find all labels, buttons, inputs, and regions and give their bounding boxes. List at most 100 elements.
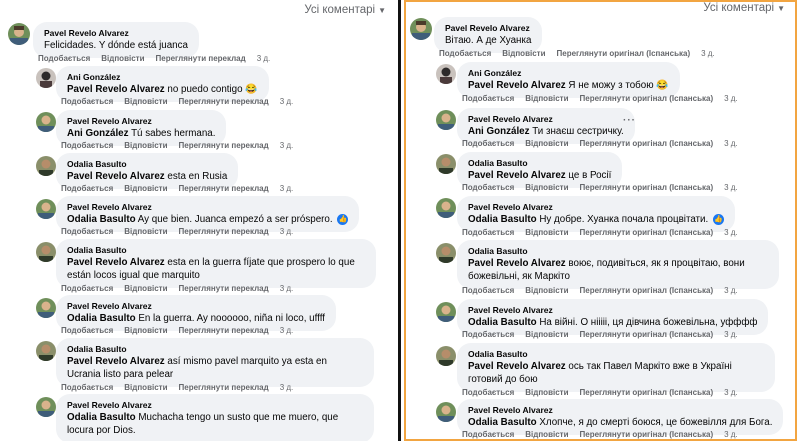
see-original-button[interactable]: Переглянути оригінал (Іспанська) (557, 49, 691, 58)
thumbs-up-icon[interactable]: 👍 (337, 213, 349, 225)
avatar[interactable] (36, 68, 56, 88)
avatar[interactable] (436, 302, 456, 322)
thumbs-up-icon[interactable]: 👍 (712, 213, 724, 225)
reply-button[interactable]: Відповісти (525, 139, 568, 148)
comment-author[interactable]: Pavel Revelo Alvarez (44, 27, 188, 39)
comment-author[interactable]: Pavel Revelo Alvarez (468, 404, 772, 416)
avatar[interactable] (436, 198, 456, 218)
reply-button[interactable]: Відповісти (525, 286, 568, 295)
reply-button[interactable]: Відповісти (525, 388, 568, 397)
see-translation-button[interactable]: Переглянути переклад (179, 184, 269, 193)
comment-timestamp[interactable]: 3 д. (280, 184, 294, 193)
avatar[interactable] (36, 156, 56, 176)
all-comments-filter[interactable]: Усі коментарі ▼ (304, 4, 386, 16)
comment-author[interactable]: Odalia Basulto (67, 158, 227, 170)
see-original-button[interactable]: Переглянути оригінал (Іспанська) (580, 388, 714, 397)
like-button[interactable]: Подобається (462, 228, 514, 237)
like-button[interactable]: Подобається (462, 139, 514, 148)
mention-link[interactable]: Ani González (468, 126, 530, 137)
comment-author[interactable]: Ani González (468, 67, 669, 79)
comment-timestamp[interactable]: 3 д. (701, 49, 715, 58)
mention-link[interactable]: Odalia Basulto (468, 417, 537, 428)
see-translation-button[interactable]: Переглянути переклад (179, 383, 269, 392)
reply-button[interactable]: Відповісти (124, 284, 167, 293)
comment-timestamp[interactable]: 3 д. (724, 430, 738, 439)
comment-author[interactable]: Odalia Basulto (67, 343, 363, 355)
comment-timestamp[interactable]: 3 д. (280, 97, 294, 106)
reply-button[interactable]: Відповісти (124, 184, 167, 193)
avatar[interactable] (410, 18, 432, 40)
mention-link[interactable]: Pavel Revelo Alvarez (468, 80, 566, 91)
comment-author[interactable]: Pavel Revelo Alvarez (468, 304, 757, 316)
comment-author[interactable]: Pavel Revelo Alvarez (67, 201, 348, 213)
see-original-button[interactable]: Переглянути оригінал (Іспанська) (580, 94, 714, 103)
comment-timestamp[interactable]: 3 д. (724, 183, 738, 192)
comment-timestamp[interactable]: 3 д. (280, 326, 294, 335)
avatar[interactable] (436, 402, 456, 422)
comment-timestamp[interactable]: 3 д. (280, 284, 294, 293)
avatar[interactable] (436, 154, 456, 174)
mention-link[interactable]: Pavel Revelo Alvarez (67, 257, 165, 268)
all-comments-filter[interactable]: Усі коментарі ▼ (703, 2, 785, 14)
mention-link[interactable]: Odalia Basulto (468, 214, 537, 225)
avatar[interactable] (436, 110, 456, 130)
like-button[interactable]: Подобається (61, 184, 113, 193)
comment-author[interactable]: Pavel Revelo Alvarez (468, 201, 724, 213)
comment-timestamp[interactable]: 3 д. (724, 228, 738, 237)
see-original-button[interactable]: Переглянути оригінал (Іспанська) (580, 228, 714, 237)
comment-author[interactable]: Ani González (67, 71, 258, 83)
avatar[interactable] (436, 64, 456, 84)
like-button[interactable]: Подобається (61, 97, 113, 106)
avatar[interactable] (36, 112, 56, 132)
comment-timestamp[interactable]: 3 д. (280, 141, 294, 150)
see-original-button[interactable]: Переглянути оригінал (Іспанська) (580, 286, 714, 295)
see-original-button[interactable]: Переглянути оригінал (Іспанська) (580, 139, 714, 148)
reply-button[interactable]: Відповісти (525, 183, 568, 192)
mention-link[interactable]: Pavel Revelo Alvarez (67, 171, 165, 182)
like-button[interactable]: Подобається (38, 54, 90, 63)
like-button[interactable]: Подобається (61, 284, 113, 293)
see-translation-button[interactable]: Переглянути переклад (179, 284, 269, 293)
see-original-button[interactable]: Переглянути оригінал (Іспанська) (580, 330, 714, 339)
like-button[interactable]: Подобається (462, 430, 514, 439)
mention-link[interactable]: Pavel Revelo Alvarez (67, 356, 165, 367)
avatar[interactable] (436, 346, 456, 366)
comment-author[interactable]: Pavel Revelo Alvarez (468, 113, 624, 125)
comment-author[interactable]: Pavel Revelo Alvarez (67, 115, 215, 127)
mention-link[interactable]: Pavel Revelo Alvarez (468, 170, 566, 181)
mention-link[interactable]: Odalia Basulto (468, 317, 537, 328)
avatar[interactable] (36, 242, 56, 262)
comment-timestamp[interactable]: 3 д. (257, 54, 271, 63)
reply-button[interactable]: Відповісти (124, 326, 167, 335)
avatar[interactable] (36, 397, 56, 417)
comment-timestamp[interactable]: 3 д. (724, 388, 738, 397)
like-button[interactable]: Подобається (462, 286, 514, 295)
mention-link[interactable]: Pavel Revelo Alvarez (468, 258, 566, 269)
avatar[interactable] (36, 298, 56, 318)
reply-button[interactable]: Відповісти (525, 94, 568, 103)
comment-timestamp[interactable]: 3 д. (724, 286, 738, 295)
like-button[interactable]: Подобається (439, 49, 491, 58)
comment-author[interactable]: Pavel Revelo Alvarez (445, 22, 531, 34)
avatar[interactable] (36, 341, 56, 361)
reply-button[interactable]: Відповісти (525, 430, 568, 439)
comment-timestamp[interactable]: 3 д. (724, 330, 738, 339)
see-original-button[interactable]: Переглянути оригінал (Іспанська) (580, 183, 714, 192)
avatar[interactable] (8, 23, 30, 45)
mention-link[interactable]: Odalia Basulto (67, 412, 136, 423)
see-translation-button[interactable]: Переглянути переклад (156, 54, 246, 63)
reply-button[interactable]: Відповісти (525, 330, 568, 339)
see-translation-button[interactable]: Переглянути переклад (179, 97, 269, 106)
like-button[interactable]: Подобається (61, 383, 113, 392)
mention-link[interactable]: Odalia Basulto (67, 313, 136, 324)
comment-timestamp[interactable]: 3 д. (280, 227, 294, 236)
mention-link[interactable]: Ani González (67, 128, 129, 139)
see-translation-button[interactable]: Переглянути переклад (179, 227, 269, 236)
mention-link[interactable]: Odalia Basulto (67, 214, 136, 225)
mention-link[interactable]: Pavel Revelo Alvarez (67, 84, 165, 95)
more-options-icon[interactable]: ··· (623, 115, 636, 126)
see-translation-button[interactable]: Переглянути переклад (179, 141, 269, 150)
avatar[interactable] (436, 243, 456, 263)
reply-button[interactable]: Відповісти (124, 141, 167, 150)
like-button[interactable]: Подобається (61, 227, 113, 236)
